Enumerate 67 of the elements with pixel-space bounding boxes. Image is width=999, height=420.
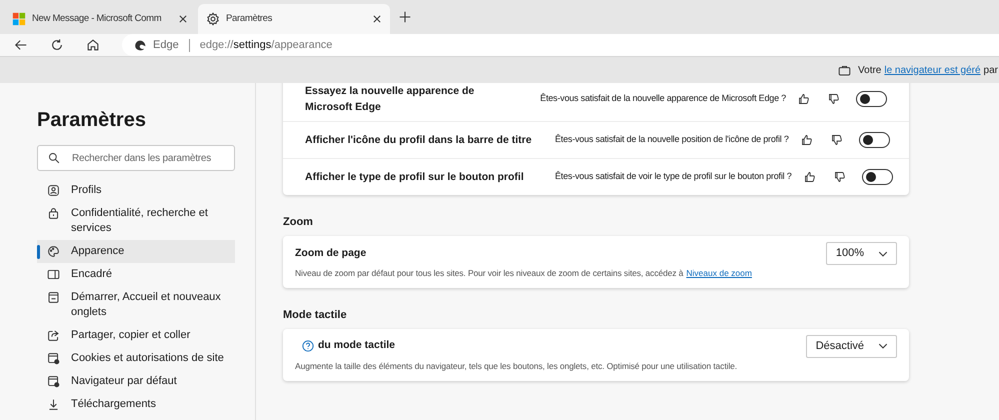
info-text: Votre <box>858 64 882 78</box>
sidebar-icon <box>47 268 60 281</box>
setting-title: Essayez la nouvelle apparence de Microsoft Edge <box>305 84 475 115</box>
thumbs-down-icon[interactable] <box>830 134 843 146</box>
tab-title: Paramètres <box>226 12 272 26</box>
thumbs-up-icon[interactable] <box>800 134 813 146</box>
feedback-question: Êtes-vous satisfait de la nouvelle apparence de Microsoft Edge ? <box>539 92 786 106</box>
sidebar-item[interactable]: Téléchargements <box>37 393 235 416</box>
start-page-icon <box>47 291 60 304</box>
close-icon[interactable] <box>372 14 382 24</box>
zoom-levels-link[interactable]: Niveaux de zoom <box>686 267 752 280</box>
setting-title: du mode tactile <box>318 338 396 354</box>
thumbs-up-icon[interactable] <box>804 171 816 183</box>
thumbs-down-icon[interactable] <box>834 171 846 183</box>
browser-icon <box>47 375 60 388</box>
search-field[interactable]: Rechercher dans les paramètres <box>37 145 235 171</box>
close-icon[interactable] <box>178 14 188 24</box>
sidebar-item[interactable]: Apparence <box>37 240 235 263</box>
search-input[interactable]: Rechercher dans les paramètres <box>72 150 224 166</box>
sidebar-item[interactable]: Cookies et autorisations de site <box>37 347 235 370</box>
back-icon[interactable] <box>14 38 28 52</box>
sidebar-item[interactable]: Navigateur par défaut <box>37 370 235 393</box>
sidebar-item[interactable]: Confidentialité, recherche et services <box>37 202 235 240</box>
toggle-switch[interactable] <box>858 132 890 148</box>
refresh-icon[interactable] <box>50 38 64 52</box>
toggle-switch[interactable] <box>862 169 893 185</box>
profile-icon <box>47 184 60 197</box>
page-title: Paramètres <box>37 108 147 133</box>
address-field[interactable]: Edge edge://settings/appearance <box>122 34 999 56</box>
feedback-question: Êtes-vous satisfait de voir le type de profil sur le bouton profil ? <box>555 170 792 184</box>
dropdown[interactable]: 100% <box>826 242 897 265</box>
section-heading: Mode tactile <box>283 308 348 322</box>
site-label: Edge <box>153 38 179 53</box>
dropdown[interactable]: Désactivé <box>806 334 897 358</box>
thumbs-down-icon[interactable] <box>828 93 840 105</box>
setting-description: Augmente la taille des éléments du navigateur, tels que les boutons, les onglets, etc. Optimisé pour une utilisation tactile. <box>295 360 738 372</box>
home-icon[interactable] <box>86 38 100 52</box>
sidebar-item[interactable]: Démarrer, Accueil et nouveaux onglets <box>37 286 235 324</box>
info-link[interactable]: le navigateur est géré <box>884 62 981 78</box>
briefcase-icon <box>838 64 852 76</box>
cookie-settings-icon <box>47 352 60 365</box>
palette-icon <box>47 245 60 258</box>
download-icon <box>47 398 60 411</box>
setting-description: Niveau de zoom par défaut pour tous les sites. Pour voir les niveaux de zoom de certains sites, accédez à <box>295 267 684 280</box>
browser-tab[interactable]: Paramètres <box>198 4 390 34</box>
setting-title: Afficher le type de profil sur le bouton profil <box>305 170 525 185</box>
settings-icon <box>206 12 220 26</box>
thumbs-up-icon[interactable] <box>798 93 810 105</box>
url-text: edge://settings/appearance <box>200 38 332 53</box>
share-icon <box>47 329 60 342</box>
help-icon <box>302 340 314 352</box>
section-heading: Zoom <box>283 215 314 229</box>
windows-logo-icon <box>12 12 26 26</box>
setting-title: Afficher l'icône du profil dans la barre de titre <box>305 133 533 148</box>
sidebar-item[interactable]: Profils <box>37 179 235 202</box>
setting-title: Zoom de page <box>295 246 366 261</box>
new-tab-icon[interactable] <box>398 10 412 24</box>
chevron-down-icon <box>878 341 888 352</box>
search-icon <box>48 152 60 164</box>
info-text: par <box>984 64 998 78</box>
edge-logo-icon <box>134 38 147 52</box>
tab-title: New Message - Microsoft Comm <box>32 12 162 26</box>
sidebar-item[interactable]: Encadré <box>37 263 235 286</box>
lock-icon <box>47 207 60 220</box>
feedback-question: Êtes-vous satisfait de la nouvelle position de l'icône de profil ? <box>555 133 789 146</box>
sidebar-item[interactable]: Partager, copier et coller <box>37 324 235 347</box>
toggle-switch[interactable] <box>856 91 887 107</box>
